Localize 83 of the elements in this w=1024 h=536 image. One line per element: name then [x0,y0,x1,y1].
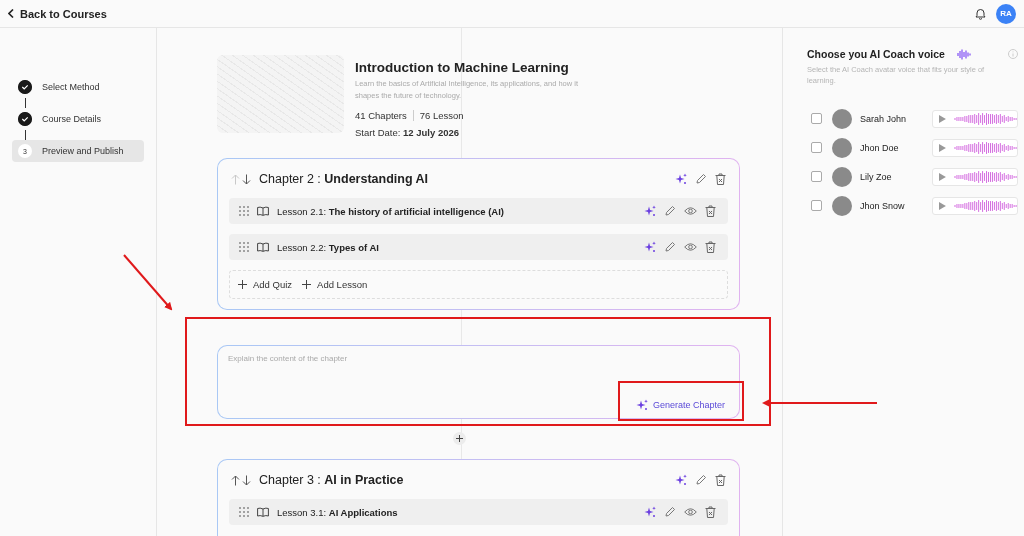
sparkle-icon[interactable] [644,205,656,217]
lesson-title: Lesson 2.1: The history of artificial intelligence (AI) [277,205,505,217]
voice-player[interactable] [932,109,1018,128]
voice-name: Lily Zoe [860,171,893,182]
sparkle-icon[interactable] [675,173,687,185]
avatar-circle [832,137,852,158]
step-item[interactable]: Select Method [12,76,144,98]
book-icon [257,242,269,252]
lesson-row[interactable]: Lesson 3.1: AI Applications [229,499,728,525]
voice-checkbox[interactable] [811,200,822,211]
chapter-title: Chapter 2 : Understanding AI [259,172,430,186]
drag-handle-icon[interactable] [239,507,249,517]
chevron-left-icon [8,9,14,18]
edit-icon[interactable] [695,474,707,486]
book-icon [257,206,269,216]
back-link[interactable]: Back to Courses [8,7,107,20]
waveform-drawing [953,111,1017,126]
delete-icon[interactable] [715,173,726,185]
voice-name: Jhon Doe [860,142,900,153]
voice-checkbox[interactable] [811,142,822,153]
delete-icon[interactable] [705,241,716,253]
waveform-drawing [953,140,1017,155]
lesson-title: Lesson 3.1: AI Applications [277,506,399,518]
lesson-row[interactable]: Lesson 2.2: Types of AI [229,234,728,260]
edit-icon[interactable] [664,506,676,518]
lesson-row[interactable]: Lesson 2.1: The history of artificial intelligence (AI) [229,198,728,224]
play-icon[interactable] [939,143,946,152]
annotation-arrow [123,254,173,311]
play-icon[interactable] [939,201,946,210]
voice-player[interactable] [932,167,1018,186]
voice-name: Jhon Snow [860,200,906,211]
arrow-down-icon[interactable] [242,173,251,185]
arrow-up-icon[interactable] [231,474,240,486]
eye-icon[interactable] [684,206,697,216]
delete-icon[interactable] [715,474,726,486]
voice-player[interactable] [932,138,1018,157]
voice-checkbox[interactable] [811,171,822,182]
bell-icon[interactable] [975,7,986,20]
play-icon[interactable] [939,114,946,123]
voice-checkbox[interactable] [811,113,822,124]
plus-icon [302,280,312,289]
book-icon [257,507,269,517]
plus-icon [456,435,463,442]
generate-chapter-button[interactable]: Generate Chapter [631,399,729,411]
add-chapter-button[interactable] [453,432,466,445]
drag-handle-icon[interactable] [239,206,249,216]
arrow-down-icon[interactable] [242,474,251,486]
waveform-drawing [953,169,1017,184]
avatar-circle [832,108,852,129]
play-icon[interactable] [939,172,946,181]
course-title: Introduction to Machine Learning [355,60,570,75]
sparkle-icon[interactable] [675,474,687,486]
chapter-description-field[interactable]: Explain the content of the chapter Generate Chapter [217,345,740,419]
start-date: Start Date: 12 July 2026 [355,127,461,138]
delete-icon[interactable] [705,205,716,217]
check-circle-icon [18,80,32,94]
chapter-count: 41 Chapters [355,110,407,121]
avatar-circle [832,195,852,216]
step-item[interactable]: Course Details [12,108,144,130]
delete-icon[interactable] [705,506,716,518]
sparkle-icon[interactable] [635,399,648,411]
sparkle-icon[interactable] [644,241,656,253]
user-avatar[interactable]: RA [996,3,1016,24]
lesson-count: 76 Lesson [419,110,464,121]
drag-handle-icon[interactable] [239,242,249,252]
edit-icon[interactable] [664,205,676,217]
eye-icon[interactable] [684,242,697,252]
chapter-title: Chapter 3 : AI in Practice [259,473,405,487]
add-button[interactable]: Add Quiz [238,279,293,290]
lesson-title: Lesson 2.2: Types of AI [277,241,380,253]
voice-name: Sarah John [860,113,908,124]
voice-panel-title: Choose you AI Coach voice [807,48,945,60]
plus-icon [238,280,247,289]
voice-wave-icon [956,48,971,60]
add-button[interactable]: Add Lesson [302,279,368,290]
sparkle-icon[interactable] [644,506,656,518]
avatar-circle [832,166,852,187]
check-circle-icon [18,112,32,126]
eye-icon[interactable] [684,507,697,517]
edit-icon[interactable] [695,173,707,185]
voice-player[interactable] [932,196,1018,215]
edit-icon[interactable] [664,241,676,253]
waveform-drawing [953,198,1017,213]
